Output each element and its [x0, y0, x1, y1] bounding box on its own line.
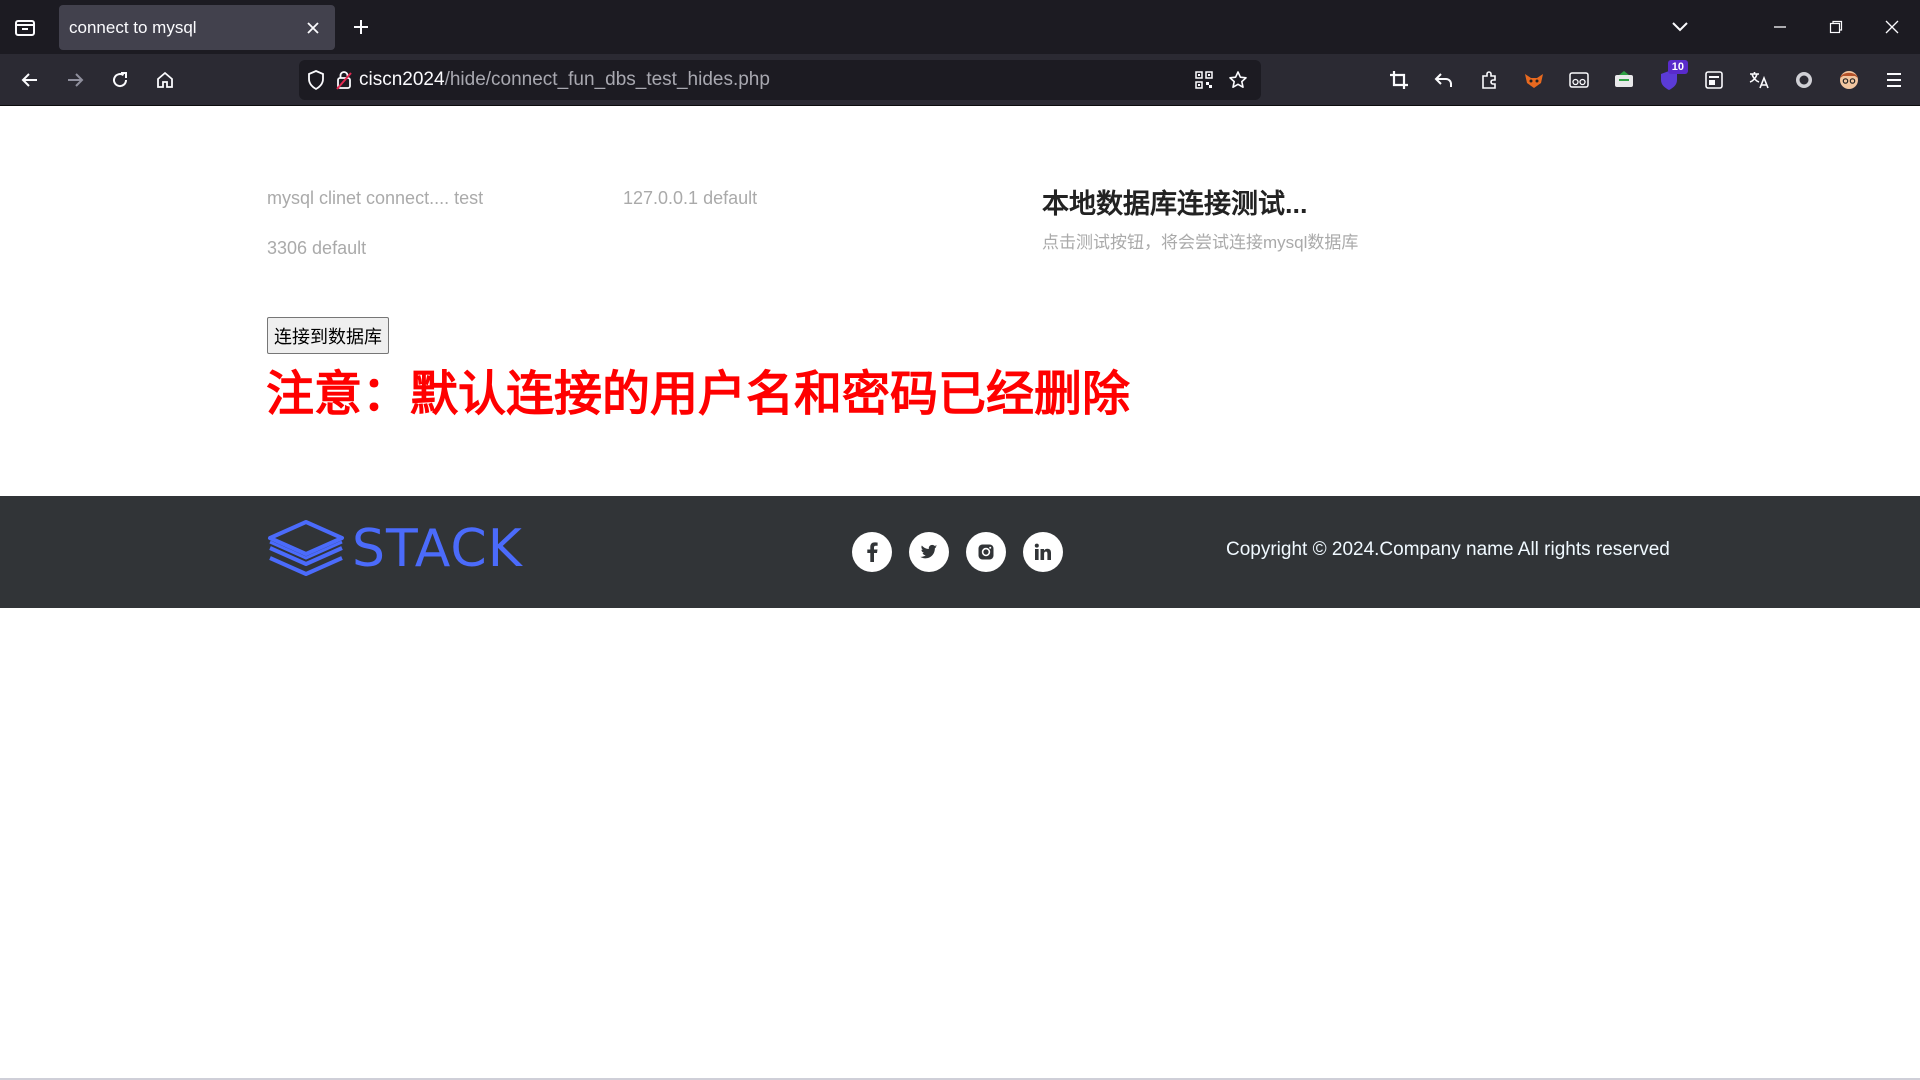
client-label: mysql clinet connect.... test: [267, 188, 484, 208]
stack-layers-icon: [268, 520, 344, 576]
bookmark-star-icon[interactable]: [1221, 60, 1255, 100]
host-label: 127.0.0.1 default: [623, 188, 758, 208]
undo-icon[interactable]: [1421, 54, 1466, 106]
copyright-text: Copyright © 2024.Company name All rights…: [1226, 539, 1670, 560]
navigation-toolbar: ciscn2024/hide/connect_fun_dbs_test_hide…: [0, 54, 1920, 106]
social-links: [852, 532, 1080, 572]
logo-text: STACK: [352, 519, 523, 579]
reload-icon[interactable]: [102, 62, 138, 98]
cookie-editor-icon[interactable]: [1601, 54, 1646, 106]
close-tab-icon[interactable]: [301, 16, 325, 40]
twitter-icon[interactable]: [909, 532, 949, 572]
port-label: 3306 default: [267, 238, 367, 258]
tracking-protection-icon[interactable]: [299, 60, 333, 100]
warning-message: 注意：默认连接的用户名和密码已经删除: [266, 366, 1131, 422]
glasses-extension-icon[interactable]: [1556, 54, 1601, 106]
restore-icon[interactable]: [1808, 0, 1864, 54]
back-icon[interactable]: [12, 62, 48, 98]
url-text[interactable]: ciscn2024/hide/connect_fun_dbs_test_hide…: [359, 69, 1187, 91]
section-description: 点击测试按钮，将会尝试连接mysql数据库: [1042, 233, 1359, 252]
url-host: ciscn2024: [359, 69, 445, 90]
stack-logo[interactable]: STACK: [266, 518, 523, 580]
menu-hamburger-icon[interactable]: [1871, 54, 1916, 106]
facebook-icon[interactable]: [852, 532, 892, 572]
insecure-lock-icon[interactable]: [333, 60, 355, 100]
wappalyzer-icon[interactable]: [1691, 54, 1736, 106]
minimize-icon[interactable]: [1752, 0, 1808, 54]
section-title: 本地数据库连接测试...: [1042, 189, 1308, 219]
list-all-tabs-icon[interactable]: [1652, 0, 1708, 54]
ublock-shield-icon[interactable]: 10: [1646, 54, 1691, 106]
record-circle-icon[interactable]: [1781, 54, 1826, 106]
profile-avatar-icon[interactable]: [1826, 54, 1871, 106]
screenshot-crop-icon[interactable]: [1376, 54, 1421, 106]
tab-title: connect to mysql: [69, 17, 197, 37]
qr-code-icon[interactable]: [1187, 60, 1221, 100]
linkedin-icon[interactable]: [1023, 532, 1063, 572]
forward-icon[interactable]: [57, 62, 93, 98]
active-tab[interactable]: connect to mysql: [59, 5, 335, 50]
tab-list-icon[interactable]: [10, 12, 40, 42]
new-tab-icon[interactable]: [347, 13, 375, 41]
url-path: /hide/connect_fun_dbs_test_hides.php: [444, 69, 770, 90]
extensions-puzzle-icon[interactable]: [1466, 54, 1511, 106]
tab-bar: connect to mysql: [0, 0, 1920, 54]
connect-database-button[interactable]: 连接到数据库: [267, 317, 389, 354]
page-content: mysql clinet connect.... test 127.0.0.1 …: [0, 106, 1920, 1080]
extension-badge: 10: [1667, 60, 1688, 74]
instagram-icon[interactable]: [966, 532, 1006, 572]
close-window-icon[interactable]: [1864, 0, 1920, 54]
translate-icon[interactable]: [1736, 54, 1781, 106]
hackbar-fox-icon[interactable]: [1511, 54, 1556, 106]
home-icon[interactable]: [147, 62, 183, 98]
address-bar[interactable]: ciscn2024/hide/connect_fun_dbs_test_hide…: [299, 60, 1261, 100]
footer: STACK Copyright © 2024.Company name All …: [0, 496, 1920, 608]
